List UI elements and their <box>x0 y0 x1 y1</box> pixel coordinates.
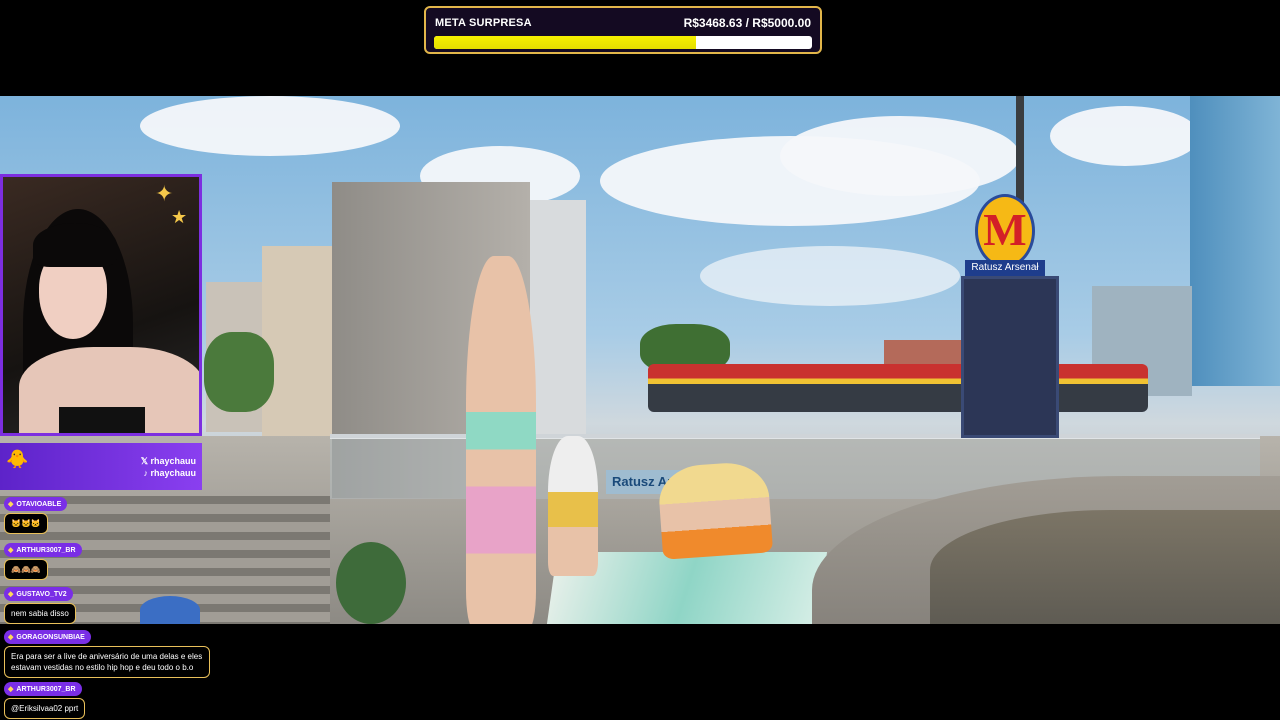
chat-text: 🙈🙈🙈 <box>4 559 48 580</box>
chat-text: @Eriksilvaa02 pprt <box>4 698 86 719</box>
goal-progress-fill <box>434 36 697 49</box>
badge-icon: ◆ <box>8 591 14 598</box>
socials-banner: 🐥 𝕏 rhaychauu ♪ rhaychauu <box>0 443 202 490</box>
badge-icon: ◆ <box>8 547 14 554</box>
chat-message: ◆ ARTHUR3007_BR 🙈🙈🙈 <box>4 539 82 580</box>
chat-message: ◆ GUSTAVO_TV2 nem sabia disso <box>4 583 76 624</box>
goal-title: META SURPRESA <box>435 17 532 29</box>
goal-progress-bar <box>434 36 812 49</box>
star-icon: ✦ <box>155 181 174 206</box>
badge-icon: ◆ <box>8 686 14 693</box>
chat-message: ◆ ARTHUR3007_BR @Eriksilvaa02 pprt <box>4 678 86 719</box>
goal-amount: R$3468.63 / R$5000.00 <box>683 16 811 30</box>
chat-text: Era para ser a live de aniversário de um… <box>4 646 210 678</box>
webcam-frame: ✦ ★ <box>0 174 202 436</box>
star-icon: ★ <box>171 207 188 227</box>
chat-username: ◆ GORAGONSUNBIAE <box>4 630 91 644</box>
chat-message: ◆ GORAGONSUNBIAE Era para ser a live de a… <box>4 626 214 678</box>
chat-username: ◆ ARTHUR3007_BR <box>4 682 82 696</box>
duck-icon: 🐥 <box>6 449 29 469</box>
tiktok-handle: ♪ rhaychauu <box>143 468 196 478</box>
metro-logo: M <box>975 194 1035 268</box>
badge-icon: ◆ <box>8 634 14 641</box>
chat-username: ◆ ARTHUR3007_BR <box>4 543 82 557</box>
badge-icon: ◆ <box>8 501 14 508</box>
chat-username: ◆ GUSTAVO_TV2 <box>4 587 73 601</box>
chat-text: nem sabia disso <box>4 603 76 624</box>
chat-username: ◆ OTAVIOABLE <box>4 497 68 511</box>
goal-widget: META SURPRESA R$3468.63 / R$5000.00 <box>424 6 822 54</box>
chat-message: ◆ OTAVIOABLE 🐱🐱🐱 <box>4 493 68 534</box>
x-handle: 𝕏 rhaychauu <box>140 456 196 466</box>
chat-text: 🐱🐱🐱 <box>4 513 48 534</box>
metro-station-name: Ratusz Arsenał <box>965 260 1045 276</box>
